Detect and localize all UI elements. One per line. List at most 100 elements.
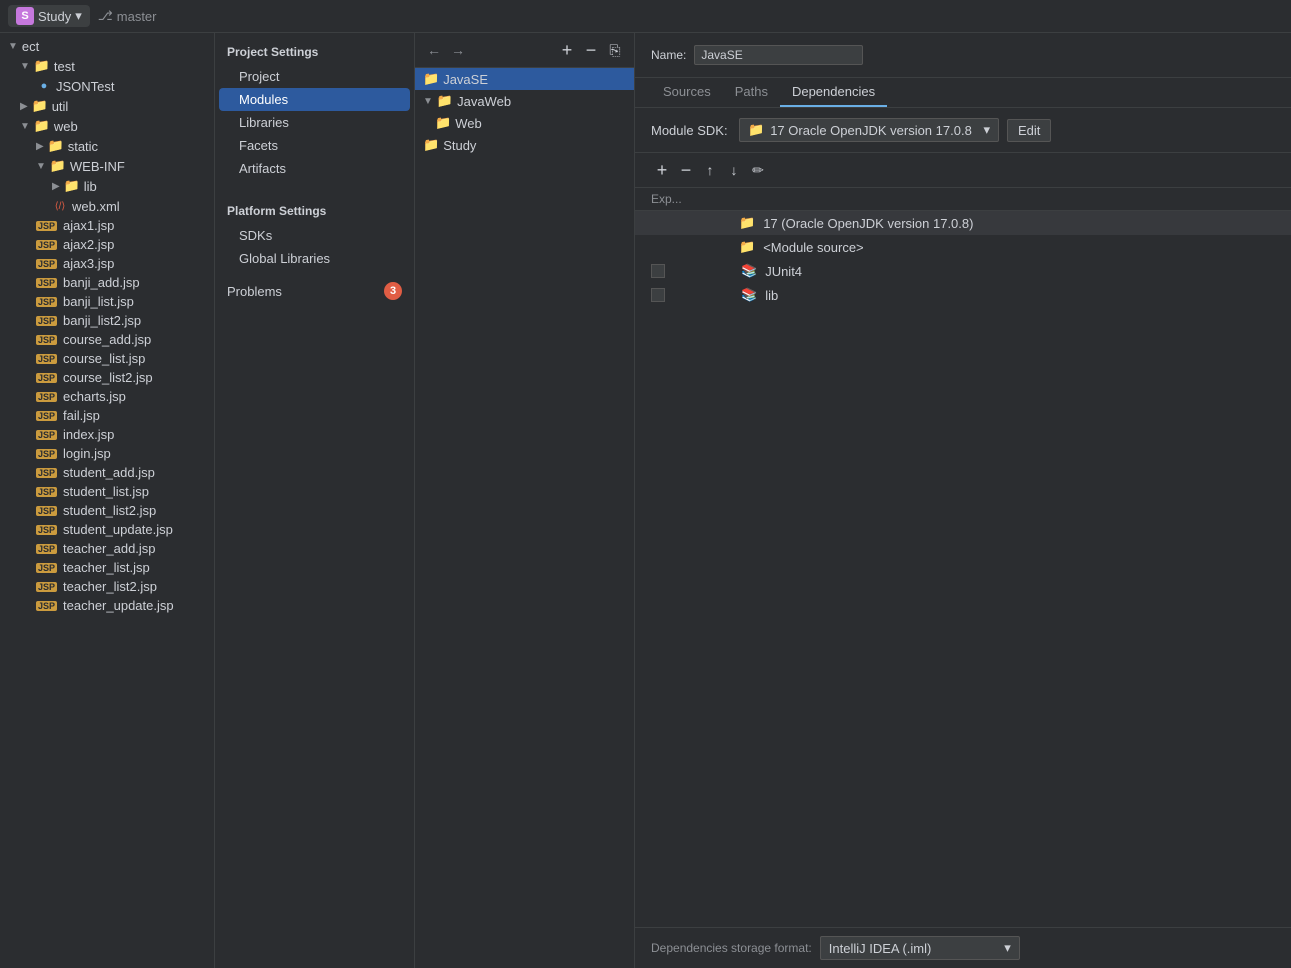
nav-forward-button[interactable]: → (447, 39, 469, 61)
student-update-label: student_update.jsp (63, 522, 173, 537)
deps-add-button[interactable]: + (651, 159, 673, 181)
tree-item-web[interactable]: ▼ 📁 web (0, 116, 214, 136)
branch-name: master (117, 9, 157, 24)
jsp-badge: JSP (36, 373, 57, 383)
junit4-checkbox[interactable] (651, 264, 665, 278)
root-chevron: ▼ (8, 41, 18, 52)
deps-row-junit4[interactable]: 📚 JUnit4 (635, 259, 1291, 283)
tree-item-index[interactable]: JSP index.jsp (0, 425, 214, 444)
tree-item-banji-list2[interactable]: JSP banji_list2.jsp (0, 311, 214, 330)
copy-module-button[interactable]: ⎘ (604, 39, 626, 61)
settings-item-artifacts[interactable]: Artifacts (215, 157, 414, 180)
tree-item-course-list[interactable]: JSP course_list.jsp (0, 349, 214, 368)
deps-col-header: Exp... (635, 188, 1291, 211)
tree-item-teacher-update[interactable]: JSP teacher_update.jsp (0, 596, 214, 615)
settings-item-modules[interactable]: Modules (219, 88, 410, 111)
branch-info[interactable]: ⎇ master (98, 8, 157, 24)
webxml-label: web.xml (72, 199, 120, 214)
problems-row[interactable]: Problems 3 (215, 278, 414, 304)
jsp-badge: JSP (36, 278, 57, 288)
jsp-badge: JSP (36, 316, 57, 326)
name-input[interactable] (694, 45, 863, 65)
web-chevron: ▼ (20, 121, 30, 132)
tree-item-echarts[interactable]: JSP echarts.jsp (0, 387, 214, 406)
jsp-badge: JSP (36, 582, 57, 592)
tree-item-banji-add[interactable]: JSP banji_add.jsp (0, 273, 214, 292)
tree-item-ajax1[interactable]: JSP ajax1.jsp (0, 216, 214, 235)
tree-item-teacher-list[interactable]: JSP teacher_list.jsp (0, 558, 214, 577)
tree-item-webinf[interactable]: ▼ 📁 WEB-INF (0, 156, 214, 176)
deps-row-jdk[interactable]: 📁 17 (Oracle OpenJDK version 17.0.8) (635, 211, 1291, 235)
util-folder-icon: 📁 (32, 98, 48, 114)
module-item-web[interactable]: 📁 Web (415, 112, 634, 134)
tree-item-student-list[interactable]: JSP student_list.jsp (0, 482, 214, 501)
teacher-list-label: teacher_list.jsp (63, 560, 150, 575)
tab-paths[interactable]: Paths (723, 78, 780, 107)
tab-sources[interactable]: Sources (651, 78, 723, 107)
sdk-row: Module SDK: 📁 17 Oracle OpenJDK version … (635, 108, 1291, 153)
deps-remove-button[interactable]: − (675, 159, 697, 181)
util-chevron: ▶ (20, 101, 28, 112)
add-module-button[interactable]: + (556, 39, 578, 61)
deps-up-button[interactable]: ↑ (699, 159, 721, 181)
ajax2-label: ajax2.jsp (63, 237, 114, 252)
settings-item-project[interactable]: Project (215, 65, 414, 88)
student-list2-label: student_list2.jsp (63, 503, 156, 518)
xml-icon: ⟨/⟩ (52, 198, 68, 214)
settings-item-global-libraries[interactable]: Global Libraries (215, 247, 414, 270)
jsp-badge: JSP (36, 240, 57, 250)
tree-item-util[interactable]: ▶ 📁 util (0, 96, 214, 116)
jsp-badge: JSP (36, 430, 57, 440)
folder-icon: 📁 (34, 58, 50, 74)
webinf-label: WEB-INF (70, 159, 125, 174)
sdk-edit-button[interactable]: Edit (1007, 119, 1051, 142)
tree-item-ajax2[interactable]: JSP ajax2.jsp (0, 235, 214, 254)
sdk-dropdown[interactable]: 📁 17 Oracle OpenJDK version 17.0.8 ▾ (739, 118, 999, 142)
deps-down-button[interactable]: ↓ (723, 159, 745, 181)
lib-dep-label: lib (765, 288, 778, 303)
tree-item-ajax3[interactable]: JSP ajax3.jsp (0, 254, 214, 273)
tab-dependencies[interactable]: Dependencies (780, 78, 887, 107)
lib-checkbox[interactable] (651, 288, 665, 302)
settings-item-facets[interactable]: Facets (215, 134, 414, 157)
jsp-badge: JSP (36, 487, 57, 497)
tree-item-root[interactable]: ▼ ect (0, 37, 214, 56)
project-settings-title: Project Settings (215, 33, 414, 65)
tree-item-banji-list[interactable]: JSP banji_list.jsp (0, 292, 214, 311)
tree-item-student-add[interactable]: JSP student_add.jsp (0, 463, 214, 482)
tree-item-lib[interactable]: ▶ 📁 lib (0, 176, 214, 196)
problems-label: Problems (227, 284, 282, 299)
tree-item-teacher-add[interactable]: JSP teacher_add.jsp (0, 539, 214, 558)
tree-item-test[interactable]: ▼ 📁 test (0, 56, 214, 76)
settings-item-libraries[interactable]: Libraries (215, 111, 414, 134)
jdk-icon: 📁 (739, 215, 755, 231)
jsp-badge: JSP (36, 525, 57, 535)
details-header: Name: (635, 33, 1291, 78)
deps-row-lib[interactable]: 📚 lib (635, 283, 1291, 307)
tree-item-jsontest[interactable]: ● JSONTest (0, 76, 214, 96)
sdk-folder-icon: 📁 (748, 122, 764, 138)
project-selector[interactable]: S Study ▾ (8, 5, 90, 27)
banji-add-label: banji_add.jsp (63, 275, 140, 290)
deps-edit-button[interactable]: ✏ (747, 159, 769, 181)
tree-item-login[interactable]: JSP login.jsp (0, 444, 214, 463)
module-item-study[interactable]: 📁 Study (415, 134, 634, 156)
tree-item-course-list2[interactable]: JSP course_list2.jsp (0, 368, 214, 387)
module-item-javaweb[interactable]: ▼ 📁 JavaWeb (415, 90, 634, 112)
tree-item-teacher-list2[interactable]: JSP teacher_list2.jsp (0, 577, 214, 596)
settings-item-sdks[interactable]: SDKs (215, 224, 414, 247)
tree-item-fail[interactable]: JSP fail.jsp (0, 406, 214, 425)
storage-format-dropdown[interactable]: IntelliJ IDEA (.iml) ▾ (820, 936, 1020, 960)
tree-item-static[interactable]: ▶ 📁 static (0, 136, 214, 156)
nav-back-button[interactable]: ← (423, 39, 445, 61)
tree-item-webxml[interactable]: ⟨/⟩ web.xml (0, 196, 214, 216)
tree-item-course-add[interactable]: JSP course_add.jsp (0, 330, 214, 349)
deps-row-module-source[interactable]: 📁 <Module source> (635, 235, 1291, 259)
remove-module-button[interactable]: − (580, 39, 602, 61)
name-label: Name: (651, 48, 686, 62)
static-folder-icon: 📁 (48, 138, 64, 154)
tree-item-student-list2[interactable]: JSP student_list2.jsp (0, 501, 214, 520)
tree-item-student-update[interactable]: JSP student_update.jsp (0, 520, 214, 539)
module-item-javase[interactable]: 📁 JavaSE (415, 68, 634, 90)
web-module-icon: 📁 (435, 115, 451, 131)
